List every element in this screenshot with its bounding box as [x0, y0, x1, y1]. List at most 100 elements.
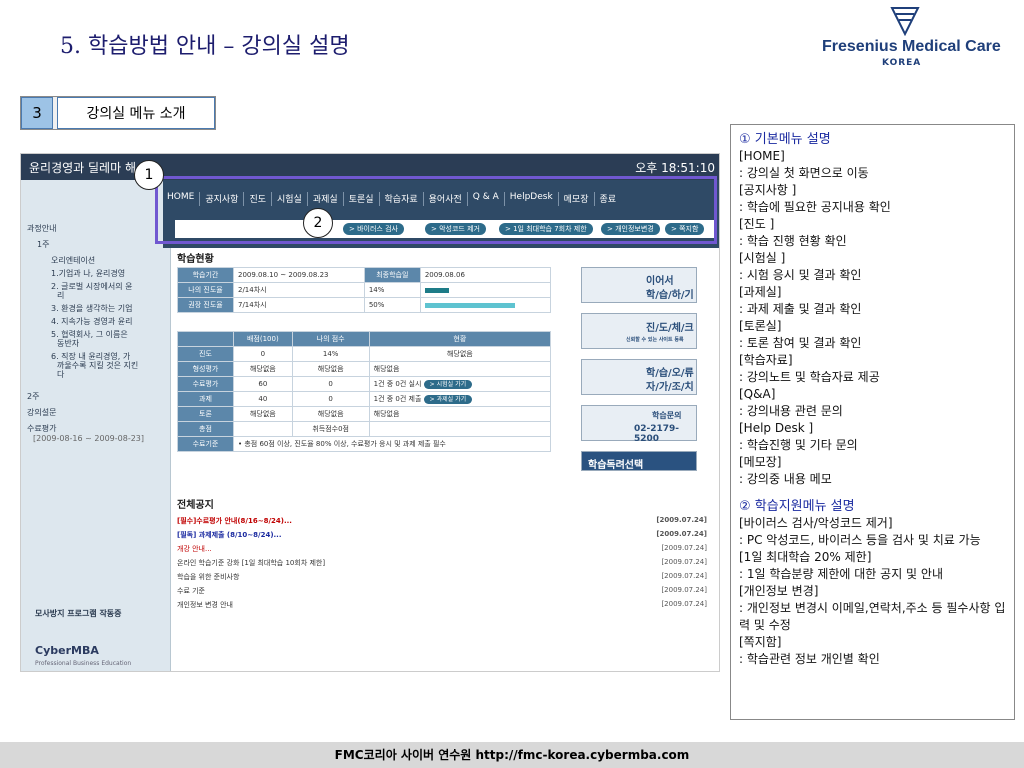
menu-term-desc: : 강의내용 관련 문의: [739, 404, 843, 418]
cell-key: 나의 진도율: [177, 282, 234, 298]
sidebar-item-lesson[interactable]: 4. 지속가능 경영과 윤리: [51, 317, 133, 326]
sidebar-item-lesson[interactable]: 2. 글로벌 시장에서의 윤: [51, 282, 133, 291]
callout-badge-1: 1: [134, 160, 164, 190]
menu-description-panel: ① 기본메뉴 설명 [HOME]: 강의실 첫 화면으로 이동 [공지사항 ]: …: [730, 124, 1015, 720]
continue-study-button[interactable]: 이어서 학/습/하/기: [581, 267, 697, 303]
sidebar-item-survey[interactable]: 강의설문: [27, 408, 56, 417]
menu-term-desc: : 학습 진행 현황 확인: [739, 234, 847, 248]
menu-term: [과제실]: [739, 285, 782, 299]
button-label: 신뢰할 수 있는 사이트 등록: [626, 337, 684, 343]
cell-value: 2/14차시: [233, 282, 365, 298]
sidebar-item-week1[interactable]: 1주: [37, 240, 49, 249]
sidebar-item-week2[interactable]: 2주: [27, 392, 39, 401]
col-header: 배점(100): [233, 331, 293, 347]
footer: FMC코리아 사이버 연수원 http://fmc-korea.cybermba…: [0, 742, 1024, 768]
notice-text: [필수]수료평가 안내(8/16~8/24)...: [177, 517, 292, 525]
sidebar-item-final-eval[interactable]: 수료평가: [27, 424, 56, 433]
cell-value: 1건 중 0건 실시 > 시험실 가기: [368, 376, 552, 392]
progress-bar: [419, 297, 552, 313]
table-row: 나의 진도율 2/14차시 14%: [177, 282, 552, 298]
notice-text: 개인정보 변경 안내: [177, 601, 233, 609]
notice-item[interactable]: [필독] 과제제출 (8/10~8/24)... [2009.07.24]: [177, 530, 707, 540]
notice-item[interactable]: 온라인 학습기준 강화 [1일 최대학습 10회차 제한] [2009.07.24…: [177, 558, 707, 568]
button-label: 02-2179-5200: [634, 424, 680, 444]
callout-badge-2: 2: [303, 208, 333, 238]
menu-term: [공지사항 ]: [739, 183, 797, 197]
menu-term: [메모장]: [739, 455, 782, 469]
notice-title: 전체공지: [177, 500, 214, 511]
table-row: 수료기준 • 총점 60점 이상, 진도율 80% 이상, 수료평가 응시 및 과…: [177, 436, 551, 452]
cell-key: 과제: [177, 391, 234, 407]
notice-date: [2009.07.24]: [661, 558, 707, 566]
progress-check-button[interactable]: 진/도/체/크 신뢰할 수 있는 사이트 등록: [581, 313, 697, 349]
notice-item[interactable]: 개인정보 변경 안내 [2009.07.24]: [177, 600, 707, 610]
encourage-select-button[interactable]: 학습독려선택: [581, 451, 697, 471]
sidebar-item-course-info[interactable]: 과정안내: [27, 224, 56, 233]
menu-term-desc: : PC 악성코드, 바이러스 등을 검사 및 치료 가능: [739, 533, 981, 547]
notice-date: [2009.07.24]: [661, 572, 707, 580]
menu-term: [1일 최대학습 20% 제한]: [739, 550, 872, 564]
menu-term: [HOME]: [739, 149, 785, 163]
sidebar-item-lesson[interactable]: 5. 협력회사, 그 이름은: [51, 330, 128, 339]
go-task-button[interactable]: > 과제실 가기: [423, 394, 473, 404]
menu-term: [시험실 ]: [739, 251, 786, 265]
sidebar-item-lesson-cont: 동반자: [57, 339, 80, 348]
notice-text: 개강 안내...: [177, 545, 212, 553]
cell-key: 권장 진도율: [177, 297, 234, 313]
sidebar-eval-period: [2009-08-16 ~ 2009-08-23]: [33, 434, 145, 443]
course-title: 윤리경영과 딜레마 해: [29, 161, 136, 175]
error-fix-button[interactable]: 학/습/오/류 자/가/조/치: [581, 359, 697, 395]
sidebar-item-lesson-cont: 다: [57, 370, 65, 379]
company-logo: Fresenius Medical Care KOREA: [818, 4, 1001, 70]
cell-value: 0: [233, 346, 293, 362]
sidebar-item-lesson[interactable]: 6. 직장 내 윤리경영, 가: [51, 352, 130, 361]
menu-term-desc: : 개인정보 변경시 이메일,연락처,주소 등 필수사항 입력 및 수정: [739, 601, 1006, 632]
cell-key: 최종학습일: [363, 267, 421, 283]
notice-text: [필독] 과제제출 (8/10~8/24)...: [177, 531, 282, 539]
menu-term: [쪽지함]: [739, 635, 782, 649]
menu-term-desc: : 강의중 내용 메모: [739, 472, 832, 486]
notice-item[interactable]: [필수]수료평가 안내(8/16~8/24)... [2009.07.24]: [177, 516, 707, 526]
cell-value: 14%: [363, 282, 421, 298]
button-label: 학/습/하/기: [646, 290, 694, 301]
cell-value: 60: [233, 376, 293, 392]
sidebar-item-lesson-cont: 리: [57, 291, 65, 300]
inquiry-button[interactable]: 학습문의 02-2179-5200: [581, 405, 697, 444]
notice-item[interactable]: 수료 기준 [2009.07.24]: [177, 586, 707, 596]
cell-value: 40: [233, 391, 293, 407]
basic-menu-highlight: [155, 176, 717, 244]
notice-date: [2009.07.24]: [656, 516, 707, 524]
notice-text: 학습을 위한 준비사항: [177, 573, 240, 581]
sidebar-item-lesson[interactable]: 1.기업과 나, 윤리경영: [51, 269, 125, 278]
sidebar-item-lesson[interactable]: 3. 환경을 생각하는 기업: [51, 304, 133, 313]
table-row: 권장 진도율 7/14차시 50%: [177, 297, 552, 313]
table-row: 진도 0 14% 해당없음: [177, 346, 552, 362]
menu-term-desc: : 1일 학습분량 제한에 대한 공지 및 안내: [739, 567, 943, 581]
cybermba-tagline: Professional Business Education: [35, 660, 132, 667]
notice-date: [2009.07.24]: [656, 530, 707, 538]
button-label: 이어서: [646, 276, 674, 287]
table-row: 과제 40 0 1건 중 0건 제출 > 과제실 가기: [177, 391, 552, 407]
cell-value: 해당없음: [368, 346, 552, 362]
notice-date: [2009.07.24]: [661, 586, 707, 594]
sidebar-item-lesson[interactable]: 오리엔테이션: [51, 256, 95, 265]
button-label: 학습문의: [652, 411, 682, 420]
clock: 오후 18:51:10: [635, 161, 715, 175]
notice-text: 온라인 학습기준 강화 [1일 최대학습 10회차 제한]: [177, 559, 326, 567]
cell-value: 해당없음: [291, 361, 370, 377]
button-label: 자/가/조/치: [646, 382, 694, 393]
info-table: 학습기간 2009.08.10 ~ 2009.08.23 최종학습일 2009.…: [177, 267, 552, 313]
menu-term-desc: : 강의실 첫 화면으로 이동: [739, 166, 869, 180]
support-menu-heading: ② 학습지원메뉴 설명: [739, 499, 855, 514]
status-title: 학습현황: [177, 254, 214, 265]
notice-item[interactable]: 개강 안내... [2009.07.24]: [177, 544, 707, 554]
notice-item[interactable]: 학습을 위한 준비사항 [2009.07.24]: [177, 572, 707, 582]
cell-value: 1건 중 0건 제출 > 과제실 가기: [368, 391, 552, 407]
menu-term: [진도 ]: [739, 217, 775, 231]
sidebar: 과정안내 1주 오리엔테이션 1.기업과 나, 윤리경영 2. 글로벌 시장에서…: [21, 180, 171, 671]
go-exam-button[interactable]: > 시험실 가기: [423, 379, 473, 389]
menu-term-desc: : 토론 참여 및 결과 확인: [739, 336, 862, 350]
cell-value: 2009.08.06: [419, 267, 552, 283]
cell-value: 취득점수0점: [291, 421, 370, 437]
notice-text: 수료 기준: [177, 587, 205, 595]
